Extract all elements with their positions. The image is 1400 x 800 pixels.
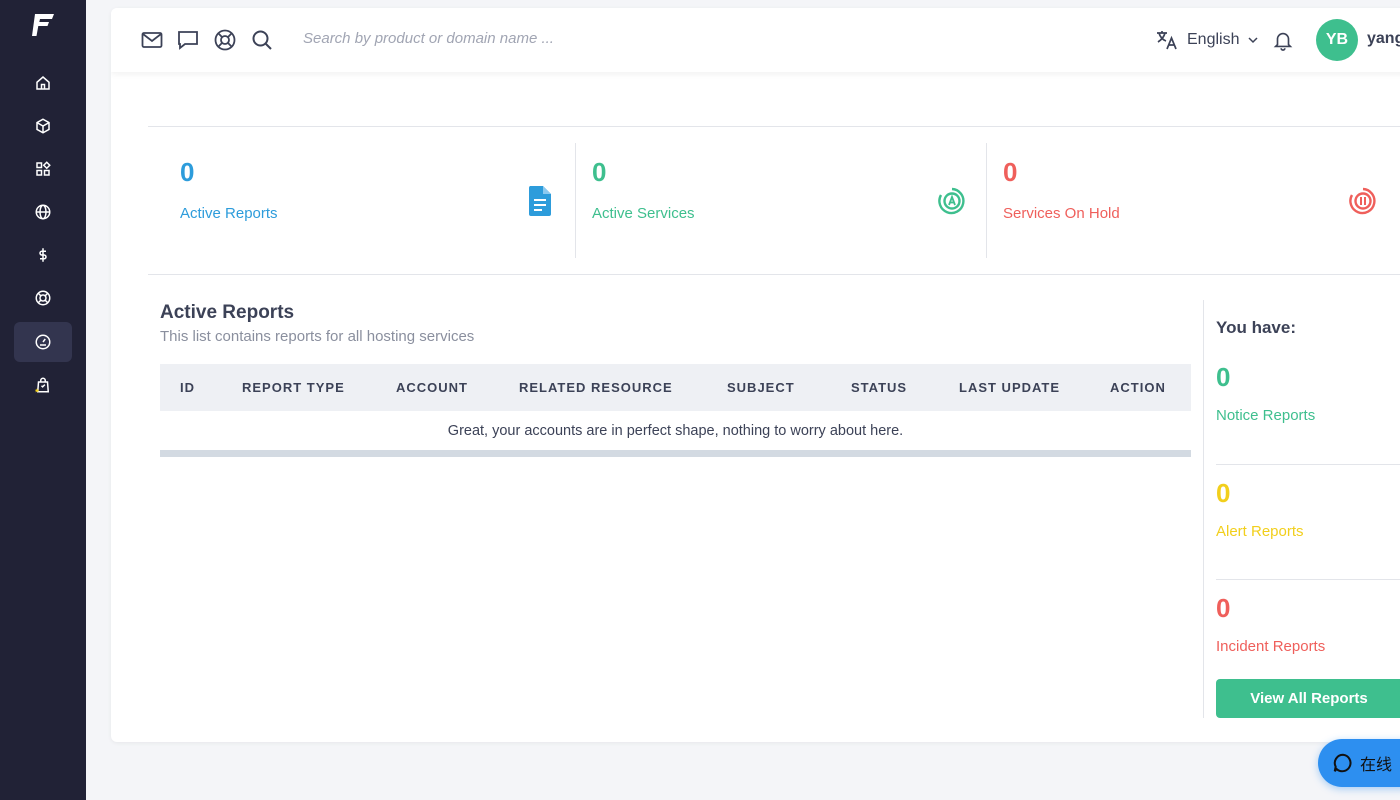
notice-reports[interactable]: 0 Notice Reports	[1216, 362, 1315, 424]
column-last-update[interactable]: LAST UPDATE	[959, 380, 1060, 395]
home-icon	[36, 76, 50, 90]
sidebar-item-domains[interactable]	[14, 192, 72, 232]
alert-reports-label: Alert Reports	[1216, 523, 1304, 540]
notice-reports-label: Notice Reports	[1216, 407, 1316, 424]
stat-label: Active Reports	[180, 205, 278, 222]
lifebuoy-icon[interactable]	[213, 28, 237, 52]
sidebar-item-marketplace[interactable]	[14, 365, 72, 405]
stat-label: Services On Hold	[1003, 205, 1120, 222]
notice-reports-count: 0	[1216, 362, 1231, 392]
stat-value: 0	[592, 157, 607, 187]
column-account[interactable]: ACCOUNT	[396, 380, 468, 395]
alert-reports-count: 0	[1216, 478, 1231, 508]
sidebar-item-billing[interactable]	[14, 235, 72, 275]
incident-reports-label: Incident Reports	[1216, 638, 1326, 655]
reports-subtitle: This list contains reports for all hosti…	[160, 328, 475, 345]
lifebuoy-icon	[35, 290, 51, 306]
column-report-type[interactable]: REPORT TYPE	[242, 380, 345, 395]
stat-label: Active Services	[592, 205, 695, 222]
mail-icon[interactable]	[140, 28, 164, 52]
stat-services-on-hold: 0 Services On Hold	[1003, 143, 1393, 258]
apps-grid-icon	[36, 161, 51, 176]
search-icon[interactable]	[250, 28, 274, 52]
column-status[interactable]: STATUS	[851, 380, 907, 395]
avatar[interactable]: YB	[1316, 19, 1358, 61]
search-input[interactable]: Search by product or domain name ...	[303, 30, 623, 47]
table-scrollbar[interactable]	[160, 450, 1191, 457]
stat-value: 0	[180, 157, 195, 187]
sidebar	[0, 0, 86, 800]
divider	[148, 274, 1400, 275]
pause-circle-icon	[1349, 187, 1376, 215]
language-label: English	[1187, 31, 1240, 48]
username[interactable]: yang	[1367, 30, 1400, 48]
shopping-bag-star-icon	[34, 377, 50, 393]
chat-icon[interactable]	[176, 28, 200, 52]
stat-active-services: 0 Active Services	[592, 143, 982, 258]
stat-divider	[575, 143, 576, 258]
alert-reports[interactable]: 0 Alert Reports	[1216, 478, 1304, 540]
incident-reports-count: 0	[1216, 593, 1231, 623]
sidebar-item-support[interactable]	[14, 278, 72, 318]
stat-value: 0	[1003, 157, 1018, 187]
view-all-reports-button[interactable]: View All Reports	[1216, 679, 1400, 718]
brand-logo[interactable]	[32, 12, 56, 38]
globe-icon	[35, 204, 51, 220]
main-card: Search by product or domain name ... Eng…	[111, 8, 1400, 742]
language-selector[interactable]: English	[1155, 28, 1259, 52]
summary-divider	[1203, 300, 1204, 718]
divider	[1216, 464, 1400, 465]
incident-reports[interactable]: 0 Incident Reports	[1216, 593, 1325, 655]
box-icon	[36, 118, 50, 134]
dollar-icon	[39, 248, 47, 262]
bell-icon[interactable]	[1272, 28, 1294, 52]
reports-title: Active Reports	[160, 302, 295, 323]
sidebar-item-products[interactable]	[14, 106, 72, 146]
empty-table-message: Great, your accounts are in perfect shap…	[447, 423, 904, 439]
live-chat-button[interactable]: 在线	[1318, 739, 1400, 787]
column-action[interactable]: ACTION	[1110, 380, 1166, 395]
column-subject[interactable]: SUBJECT	[727, 380, 795, 395]
stat-divider	[986, 143, 987, 258]
divider	[1216, 579, 1400, 580]
sidebar-item-reports[interactable]	[14, 322, 72, 362]
live-chat-label: 在线	[1360, 757, 1393, 774]
table-header: ID REPORT TYPE ACCOUNT RELATED RESOURCE …	[160, 364, 1191, 411]
active-service-icon	[938, 187, 965, 215]
sidebar-item-home[interactable]	[14, 63, 72, 103]
divider	[148, 126, 1400, 127]
sidebar-item-apps[interactable]	[14, 149, 72, 189]
summary-title: You have:	[1216, 318, 1296, 337]
stat-active-reports: 0 Active Reports	[180, 143, 570, 258]
document-icon	[528, 186, 551, 216]
translate-icon	[1157, 31, 1177, 50]
column-related-resource[interactable]: RELATED RESOURCE	[519, 380, 673, 395]
chat-bubble-icon	[1333, 753, 1352, 773]
chevron-down-icon	[1248, 37, 1259, 44]
column-id[interactable]: ID	[180, 380, 195, 395]
top-bar: Search by product or domain name ... Eng…	[111, 8, 1400, 72]
gauge-icon	[35, 334, 51, 350]
